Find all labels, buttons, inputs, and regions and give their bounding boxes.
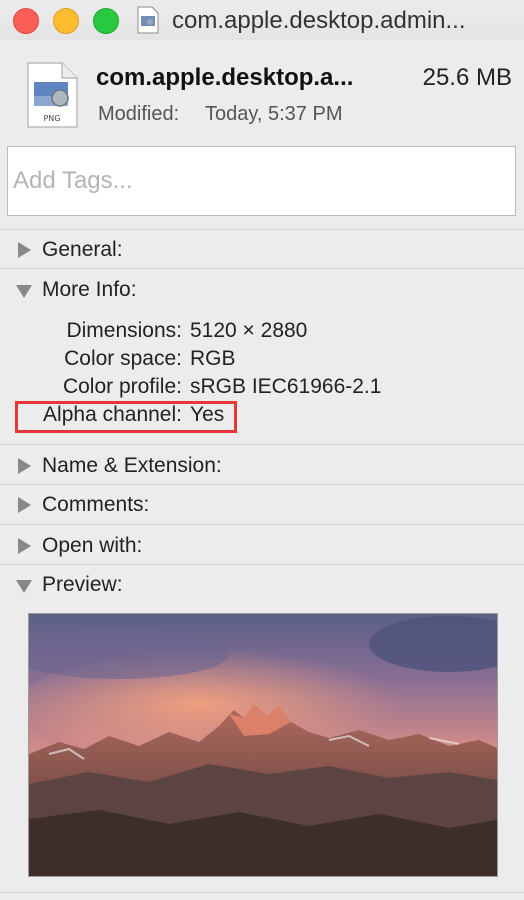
section-label: Preview: xyxy=(42,573,123,596)
preview-image xyxy=(28,613,498,877)
section-comments[interactable]: Comments: xyxy=(0,487,524,523)
info-value: RGB xyxy=(190,347,236,370)
info-row-color-space: Color space: RGB xyxy=(0,347,524,375)
disclosure-collapsed-icon[interactable] xyxy=(18,458,31,474)
info-row-dimensions: Dimensions: 5120 × 2880 xyxy=(0,319,524,347)
title-bar: com.apple.desktop.admin... xyxy=(0,0,524,40)
modified-value: Today, 5:37 PM xyxy=(205,103,343,125)
info-label: Dimensions: xyxy=(66,319,182,342)
info-value: 5120 × 2880 xyxy=(190,319,308,342)
mountain-landscape-image xyxy=(29,614,497,876)
section-general[interactable]: General: xyxy=(0,232,524,268)
file-name: com.apple.desktop.a... xyxy=(96,64,354,91)
section-label: Comments: xyxy=(42,493,150,516)
section-label: General: xyxy=(42,238,123,261)
divider xyxy=(0,524,524,525)
divider xyxy=(0,484,524,485)
section-preview[interactable]: Preview: xyxy=(0,567,524,603)
section-more-info[interactable]: More Info: xyxy=(0,272,524,308)
close-button[interactable] xyxy=(13,8,39,34)
section-open-with[interactable]: Open with: xyxy=(0,528,524,564)
disclosure-collapsed-icon[interactable] xyxy=(18,242,31,258)
divider xyxy=(0,229,524,230)
divider xyxy=(0,564,524,565)
divider xyxy=(0,892,524,893)
file-type-label: PNG xyxy=(43,114,60,123)
disclosure-expanded-icon[interactable] xyxy=(16,285,32,298)
zoom-button[interactable] xyxy=(93,8,119,34)
divider xyxy=(0,444,524,445)
divider xyxy=(0,268,524,269)
minimize-button[interactable] xyxy=(53,8,79,34)
window-title: com.apple.desktop.admin... xyxy=(172,7,466,34)
tags-input[interactable] xyxy=(7,146,516,216)
disclosure-collapsed-icon[interactable] xyxy=(18,538,31,554)
info-label: Color space: xyxy=(64,347,182,370)
section-name-extension[interactable]: Name & Extension: xyxy=(0,448,524,484)
disclosure-collapsed-icon[interactable] xyxy=(18,497,31,513)
section-label: Open with: xyxy=(42,534,143,557)
file-size: 25.6 MB xyxy=(422,64,512,91)
alpha-channel-highlight-box xyxy=(15,401,237,433)
png-file-icon: PNG xyxy=(27,62,78,128)
disclosure-expanded-icon[interactable] xyxy=(16,580,32,593)
info-label: Color profile: xyxy=(62,375,182,398)
section-label: More Info: xyxy=(42,278,137,301)
info-value: sRGB IEC61966-2.1 xyxy=(190,375,382,398)
document-icon[interactable] xyxy=(136,6,160,34)
section-label: Name & Extension: xyxy=(42,454,222,477)
info-row-color-profile: Color profile: sRGB IEC61966-2.1 xyxy=(0,375,524,403)
modified-label: Modified: xyxy=(98,103,180,125)
